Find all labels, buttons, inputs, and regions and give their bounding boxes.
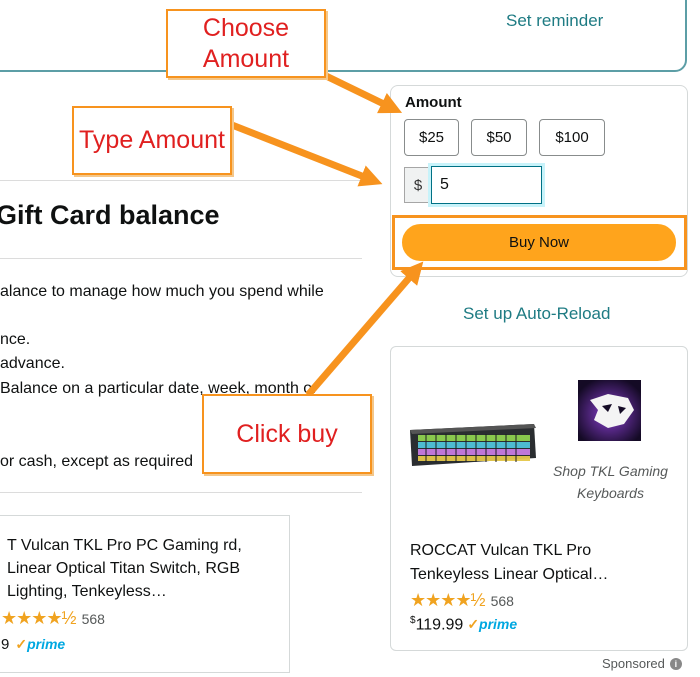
arrow-to-input — [230, 121, 383, 187]
buy-now-highlight — [392, 215, 687, 270]
choose-amount-callout: Choose Amount — [166, 9, 326, 78]
click-buy-callout: Click buy — [202, 394, 372, 474]
annotation-arrows — [230, 70, 424, 398]
arrow-to-presets — [320, 70, 403, 114]
arrow-to-buy — [305, 261, 424, 398]
type-amount-callout: Type Amount — [72, 106, 232, 175]
